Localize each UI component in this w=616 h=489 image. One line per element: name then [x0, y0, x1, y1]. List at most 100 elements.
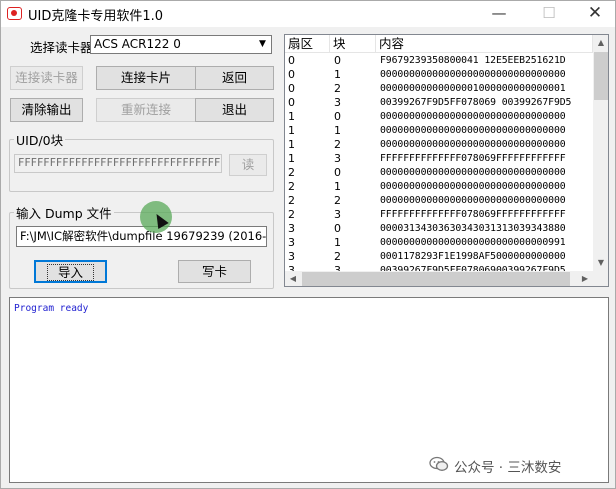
watermark-text: 公众号 · 三沐数安: [454, 460, 562, 476]
cell-content: 00000000000000000000000000000000: [380, 181, 566, 192]
cell-sector: 1: [288, 152, 295, 165]
table-row[interactable]: 2 0 00000000000000000000000000000000: [285, 166, 593, 180]
write-card-button[interactable]: 写卡: [178, 260, 251, 283]
cell-block: 3: [334, 96, 341, 109]
table-row[interactable]: 1 0 00000000000000000000000000000000: [285, 110, 593, 124]
block-data-table[interactable]: 扇区 块 内容 0 0 F9679239350800041 12E5EEB25162…: [284, 34, 609, 287]
window-title: UID克隆卡专用软件1.0: [28, 9, 164, 24]
uid-field[interactable]: FFFFFFFFFFFFFFFFFFFFFFFFFFFFFFFF: [14, 154, 222, 173]
table-row[interactable]: 1 1 00000000000000000000000000000000: [285, 124, 593, 138]
cell-content: 00000000000000000000000000000000: [380, 167, 566, 178]
table-header: 扇区 块 内容: [285, 35, 593, 53]
column-header-block[interactable]: 块: [330, 35, 376, 53]
table-row[interactable]: 3 0 00003134303630343031313039343880: [285, 222, 593, 236]
cell-content: 00000000000000000000000000000000: [380, 111, 566, 122]
cell-sector: 0: [288, 96, 295, 109]
cell-sector: 1: [288, 110, 295, 123]
cell-sector: 0: [288, 82, 295, 95]
cell-sector: 0: [288, 68, 295, 81]
table-row[interactable]: 0 3 00399267F9D5FF078069 00399267F9D5: [285, 96, 593, 110]
scroll-right-icon[interactable]: ▶: [577, 271, 593, 286]
cell-block: 2: [334, 138, 341, 151]
read-button[interactable]: 读: [229, 154, 267, 176]
close-button[interactable]: ✕: [572, 1, 616, 27]
chevron-down-icon[interactable]: ▼: [254, 36, 271, 53]
horizontal-scrollbar[interactable]: ◀ ▶: [285, 271, 593, 286]
reader-select[interactable]: ACS ACR122 0 ▼: [90, 35, 272, 54]
column-header-sector[interactable]: 扇区: [285, 35, 330, 53]
cell-block: 2: [334, 82, 341, 95]
cell-sector: 2: [288, 194, 295, 207]
cell-sector: 3: [288, 250, 295, 263]
horizontal-scroll-thumb[interactable]: [302, 272, 570, 286]
cell-sector: 1: [288, 138, 295, 151]
scroll-down-icon[interactable]: ▼: [593, 255, 608, 271]
table-row[interactable]: 2 2 00000000000000000000000000000000: [285, 194, 593, 208]
cell-block: 0: [334, 54, 341, 67]
cell-content: 00000000000000000000000000000000: [380, 125, 566, 136]
cell-content: F9679239350800041 12E5EEB251621D: [380, 55, 566, 66]
table-row[interactable]: 2 1 00000000000000000000000000000000: [285, 180, 593, 194]
maximize-button[interactable]: ☐: [526, 1, 572, 27]
cell-content: 00000000000000000000000000000000: [380, 195, 566, 206]
title-bar: UID克隆卡专用软件1.0 — ☐ ✕: [1, 1, 615, 27]
cell-sector: 3: [288, 222, 295, 235]
cell-block: 3: [334, 208, 341, 221]
reader-label: 选择读卡器: [30, 40, 93, 55]
scroll-up-icon[interactable]: ▲: [593, 35, 608, 51]
app-logo-icon: [7, 7, 22, 20]
cell-content: 00000000000000000000000000000000: [380, 69, 566, 80]
cell-block: 2: [334, 250, 341, 263]
cell-content: 00000000000000001000000000000001: [380, 83, 566, 94]
uid-group-label: UID/0块: [16, 133, 64, 148]
connect-card-button[interactable]: 连接卡片: [96, 66, 196, 90]
cell-block: 1: [334, 180, 341, 193]
cell-sector: 3: [288, 236, 295, 249]
back-button[interactable]: 返回: [195, 66, 274, 90]
exit-button[interactable]: 退出: [195, 98, 274, 122]
dump-file-path-field[interactable]: F:\JM\IC解密软件\dumpfile 19679239 (2016-02-…: [16, 226, 267, 247]
cell-sector: 0: [288, 54, 295, 67]
minimize-button[interactable]: —: [476, 1, 522, 27]
cell-block: 3: [334, 152, 341, 165]
table-row[interactable]: 0 1 00000000000000000000000000000000: [285, 68, 593, 82]
cell-block: 1: [334, 68, 341, 81]
cell-sector: 2: [288, 208, 295, 221]
cell-sector: 2: [288, 180, 295, 193]
import-button[interactable]: 导入: [34, 260, 107, 283]
table-row[interactable]: 0 2 00000000000000001000000000000001: [285, 82, 593, 96]
column-header-content[interactable]: 内容: [376, 35, 593, 53]
wechat-icon: [429, 456, 449, 471]
reconnect-button[interactable]: 重新连接: [96, 98, 196, 122]
cell-content: 00003134303630343031313039343880: [380, 223, 566, 234]
dump-file-group-label: 输入 Dump 文件: [16, 206, 112, 221]
table-body: 0 0 F9679239350800041 12E5EEB251621D 0 1 0000…: [285, 54, 593, 275]
cell-sector: 2: [288, 166, 295, 179]
connect-reader-button[interactable]: 连接读卡器: [10, 66, 83, 90]
vertical-scrollbar[interactable]: ▲ ▼: [593, 35, 608, 271]
output-text: Program ready: [14, 303, 89, 314]
table-row[interactable]: 3 1 00000000000000000000000000000991: [285, 236, 593, 250]
scroll-left-icon[interactable]: ◀: [285, 271, 301, 286]
cell-content: 00399267F9D5FF078069 00399267F9D5: [380, 97, 572, 108]
cell-block: 0: [334, 110, 341, 123]
vertical-scroll-thumb[interactable]: [594, 52, 608, 100]
cell-block: 0: [334, 222, 341, 235]
cell-content: FFFFFFFFFFFFFF078069FFFFFFFFFFFF: [380, 209, 566, 220]
cell-sector: 1: [288, 124, 295, 137]
cell-content: 0001178293F1E1998AF5000000000000: [380, 251, 566, 262]
cell-block: 1: [334, 124, 341, 137]
table-row[interactable]: 3 2 0001178293F1E1998AF5000000000000: [285, 250, 593, 264]
cell-content: FFFFFFFFFFFFFF078069FFFFFFFFFFFF: [380, 153, 566, 164]
table-row[interactable]: 0 0 F9679239350800041 12E5EEB251621D: [285, 54, 593, 68]
cell-block: 2: [334, 194, 341, 207]
import-button-label: 导入: [46, 264, 94, 281]
app-window: UID克隆卡专用软件1.0 — ☐ ✕ 选择读卡器 ACS ACR122 0 ▼…: [0, 0, 616, 489]
cell-block: 1: [334, 236, 341, 249]
cell-content: 00000000000000000000000000000000: [380, 139, 566, 150]
table-row[interactable]: 2 3 FFFFFFFFFFFFFF078069FFFFFFFFFFFF: [285, 208, 593, 222]
table-row[interactable]: 1 2 00000000000000000000000000000000: [285, 138, 593, 152]
scroll-corner: [593, 271, 608, 286]
clear-output-button[interactable]: 清除输出: [10, 98, 83, 122]
table-row[interactable]: 1 3 FFFFFFFFFFFFFF078069FFFFFFFFFFFF: [285, 152, 593, 166]
